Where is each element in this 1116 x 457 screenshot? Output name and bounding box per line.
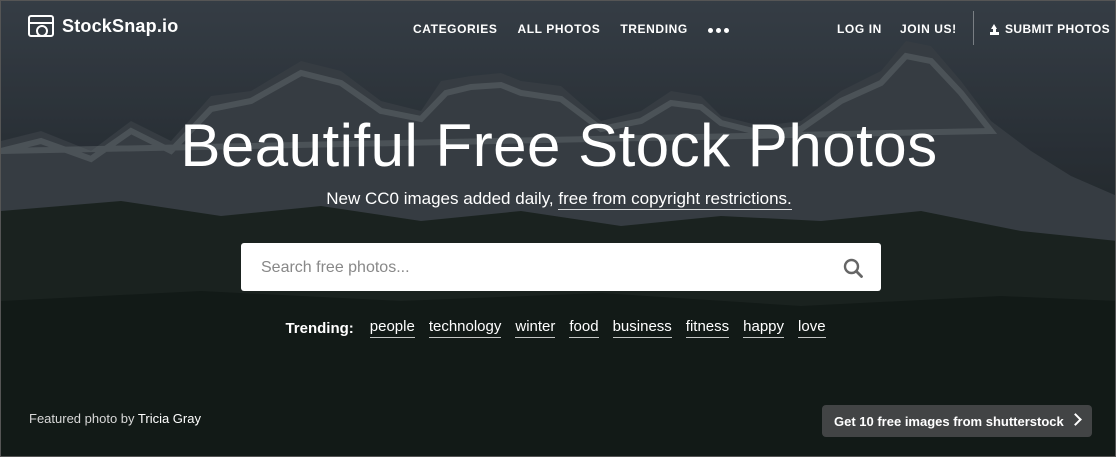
hero-subtitle: New CC0 images added daily, free from co… <box>1 189 1115 210</box>
login-link[interactable]: LOG IN <box>837 22 882 36</box>
trending-label: Trending: <box>285 319 354 337</box>
logo-text: StockSnap.io <box>62 15 179 36</box>
main-nav: CATEGORIES ALL PHOTOS TRENDING <box>413 22 729 36</box>
chevron-right-icon <box>1069 413 1082 426</box>
dark-overlay <box>1 1 1115 456</box>
trending-tags: Trending: people technology winter food … <box>1 318 1115 338</box>
search-input[interactable] <box>259 243 823 293</box>
join-link[interactable]: JOIN US! <box>900 22 957 36</box>
nav-all-photos[interactable]: ALL PHOTOS <box>517 22 600 36</box>
tag-people[interactable]: people <box>369 318 415 338</box>
promo-label: Get 10 free images from shutterstock <box>834 413 1064 429</box>
tag-food[interactable]: food <box>569 318 599 338</box>
search-icon[interactable] <box>843 258 863 278</box>
camera-icon <box>28 15 54 37</box>
tag-love[interactable]: love <box>798 318 826 338</box>
tag-fitness[interactable]: fitness <box>685 318 730 338</box>
copyright-link[interactable]: free from copyright restrictions. <box>558 189 792 210</box>
search-bar <box>241 243 881 293</box>
tag-happy[interactable]: happy <box>743 318 785 338</box>
submit-photos-button[interactable]: SUBMIT PHOTOS <box>989 22 1110 36</box>
upload-icon <box>989 23 1000 35</box>
tag-technology[interactable]: technology <box>428 318 502 338</box>
subtitle-text: New CC0 images added daily, <box>326 189 559 208</box>
submit-photos-label: SUBMIT PHOTOS <box>1005 22 1110 36</box>
featured-photo-credit: Featured photo by Tricia Gray <box>29 411 201 426</box>
nav-divider <box>973 11 974 45</box>
nav-trending[interactable]: TRENDING <box>620 22 687 36</box>
tag-winter[interactable]: winter <box>515 318 556 338</box>
hero-title: Beautiful Free Stock Photos <box>180 112 938 179</box>
nav-categories[interactable]: CATEGORIES <box>413 22 497 36</box>
featured-prefix: Featured photo by <box>29 411 138 426</box>
shutterstock-promo-button[interactable]: Get 10 free images from shutterstock <box>822 405 1092 437</box>
tag-business[interactable]: business <box>612 318 672 338</box>
site-logo[interactable]: StockSnap.io <box>28 15 178 37</box>
photographer-link[interactable]: Tricia Gray <box>138 411 201 426</box>
more-dots-icon[interactable] <box>707 26 729 33</box>
hero-section: StockSnap.io CATEGORIES ALL PHOTOS TREND… <box>0 0 1116 457</box>
account-nav: LOG IN JOIN US! <box>837 22 975 36</box>
